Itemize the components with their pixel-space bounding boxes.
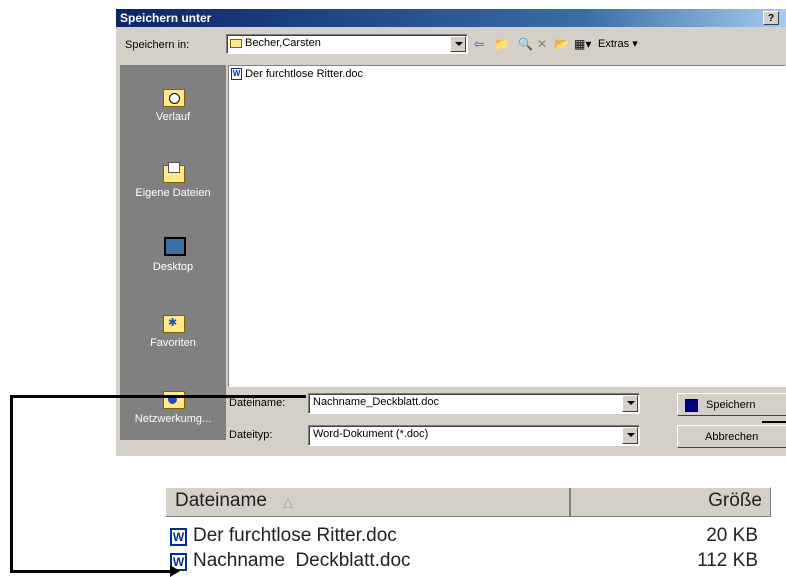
back-icon[interactable]: ⇦ [474,37,484,51]
list-item[interactable]: Der furchtlose Ritter.doc [231,68,364,81]
table-row[interactable]: W Der furchtlose Ritter.doc 20 KB [165,525,771,549]
filename-label: Dateiname: [229,397,286,409]
word-document-icon [231,68,242,81]
cancel-button[interactable]: Abbrechen [677,425,786,448]
places-bar: Verlauf Eigene Dateien Desktop ✱ Favorit… [120,65,226,440]
search-web-icon[interactable]: 🔍 [518,37,533,51]
save-disk-icon [685,399,698,412]
place-favorites[interactable]: ✱ Favoriten [120,311,226,349]
filename-input[interactable]: Nachname_Deckblatt.doc [308,393,640,414]
save-button-label: Speichern [706,399,756,411]
extras-label: Extras [598,38,630,50]
up-folder-icon[interactable]: 📁 [494,37,509,51]
save-in-dropdown-button[interactable] [450,36,466,52]
table-row[interactable]: W Nachname Deckblatt.doc 112 KB [165,550,771,574]
row-file-size: 112 KB [697,550,758,571]
connector-line-bottom [10,570,172,573]
title-bar: Speichern unter ? [116,9,786,27]
filetype-dropdown-button[interactable] [622,427,638,444]
place-desktop[interactable]: Desktop [120,235,226,273]
connector-arrowhead [170,565,180,577]
place-my-documents[interactable]: Eigene Dateien [120,161,226,199]
save-as-dialog: Speichern unter ? Speichern in: Becher,C… [116,9,786,456]
filename-value: Nachname_Deckblatt.doc [313,396,439,408]
word-document-icon: W [170,528,187,546]
history-icon [161,85,185,107]
save-in-dropdown[interactable]: Becher,Carsten [226,34,468,54]
connector-line-top [10,395,306,398]
place-history-label: Verlauf [155,111,191,123]
cancel-button-label: Abbrechen [705,431,759,443]
filename-dropdown-button[interactable] [622,395,638,412]
file-list[interactable]: Der furchtlose Ritter.doc [228,65,786,387]
place-desktop-label: Desktop [152,261,194,273]
current-folder-value: Becher,Carsten [245,37,321,49]
save-button[interactable]: Speichern [677,393,786,416]
filetype-label: Dateityp: [229,429,273,441]
extras-menu[interactable]: Extras ▾ [598,37,638,51]
file-name: Der furchtlose Ritter.doc [245,68,364,80]
place-network-label: Netzwerkumg... [134,413,212,425]
my-documents-icon [161,161,185,183]
column-divider[interactable] [569,488,571,516]
new-folder-icon[interactable]: 📂 [554,37,569,51]
dialog-title: Speichern unter [120,11,212,25]
save-in-label: Speichern in: [125,39,190,51]
help-button[interactable]: ? [763,11,779,25]
delete-icon[interactable]: ✕ [537,37,547,51]
sort-ascending-icon: △ [283,494,293,509]
place-history[interactable]: Verlauf [120,85,226,123]
row-file-name: Nachname Deckblatt.doc [193,550,411,571]
connector-line-left [10,395,13,573]
place-favorites-label: Favoriten [150,337,196,349]
filetype-value: Word-Dokument (*.doc) [313,428,429,440]
column-header: Dateiname △ Größe [165,487,771,517]
views-icon[interactable]: ▦▾ [574,37,591,51]
folder-icon [230,39,242,48]
favorites-icon: ✱ [161,311,185,333]
row-file-name: Der furchtlose Ritter.doc [193,525,397,546]
column-header-size[interactable]: Größe [708,490,762,512]
place-network[interactable]: Netzwerkumg... [120,387,226,425]
connector-line-right [762,421,786,423]
desktop-icon [161,235,186,257]
filetype-select[interactable]: Word-Dokument (*.doc) [308,425,640,446]
row-file-size: 20 KB [706,525,758,546]
place-my-documents-label: Eigene Dateien [135,187,211,199]
network-icon [161,387,185,409]
column-header-name[interactable]: Dateiname [175,490,267,512]
